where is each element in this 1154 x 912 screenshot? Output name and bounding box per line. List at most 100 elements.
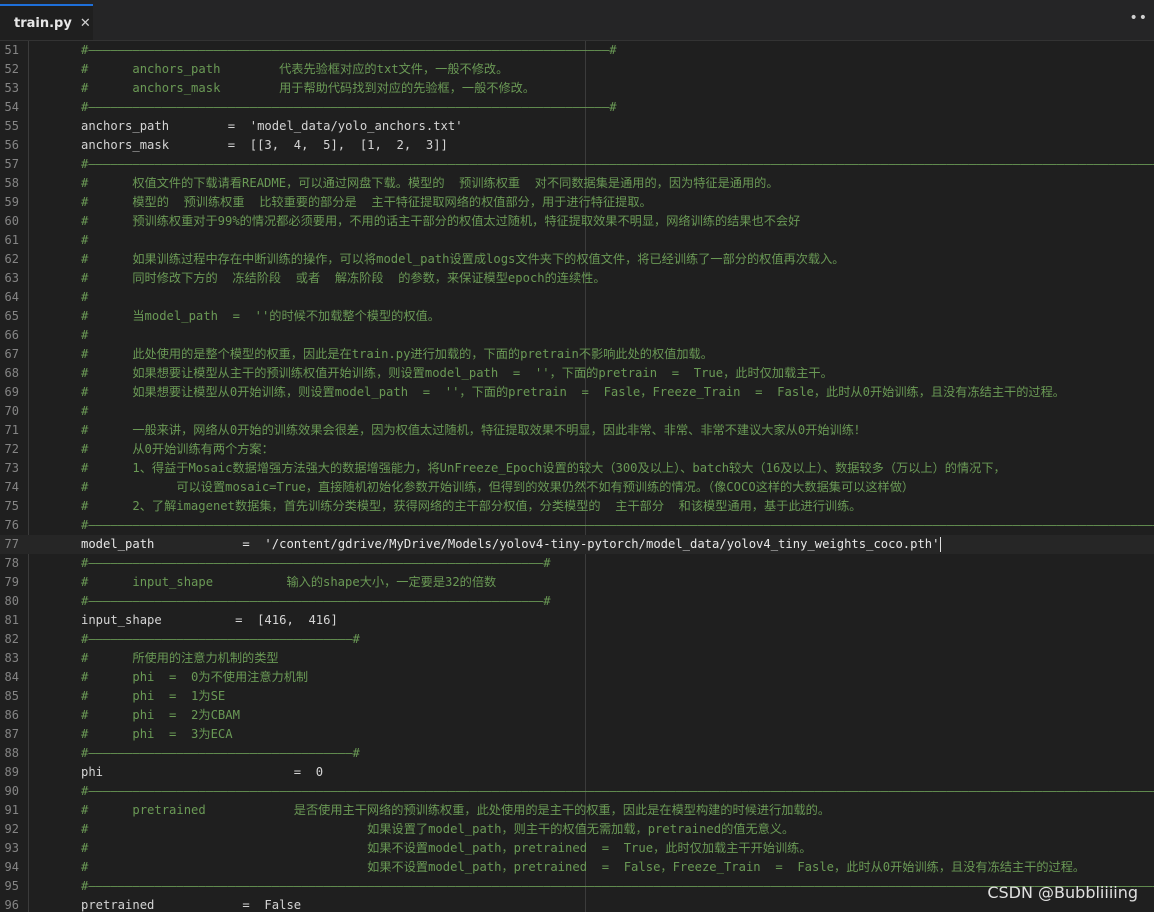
line-number: 65	[4, 309, 19, 323]
line-number: 74	[4, 480, 19, 494]
code-text: # pretrained 是否使用主干网络的预训练权重，此处使用的是主干的权重，…	[81, 803, 831, 817]
code-line-95[interactable]: 95 #—————————————————————————————————————…	[0, 877, 1154, 896]
code-line-67[interactable]: 67 # 此处使用的是整个模型的权重，因此是在train.py进行加载的，下面的p…	[0, 345, 1154, 364]
code-text: # 如果不设置model_path，pretrained = True，此时仅加…	[81, 841, 812, 855]
tab-label: train.py	[14, 15, 72, 31]
code-line-75[interactable]: 75 # 2、了解imagenet数据集，首先训练分类模型，获得网络的主干部分权值…	[0, 497, 1154, 516]
line-number: 66	[4, 328, 19, 342]
code-text: # 如果想要让模型从主干的预训练权值开始训练，则设置model_path = '…	[81, 366, 833, 380]
code-text: #———————————————————————————————————————…	[81, 157, 1154, 171]
code-line-53[interactable]: 53 # anchors_mask 用于帮助代码找到对应的先验框，一般不修改。	[0, 79, 1154, 98]
line-number: 67	[4, 347, 19, 361]
line-number: 56	[4, 138, 19, 152]
line-number: 79	[4, 575, 19, 589]
line-number: 57	[4, 157, 19, 171]
code-line-94[interactable]: 94 # 如果不设置model_path，pretrained = False，F…	[0, 858, 1154, 877]
line-number: 61	[4, 233, 19, 247]
code-text: phi = 0	[81, 765, 324, 779]
code-text: # anchors_path 代表先验框对应的txt文件，一般不修改。	[81, 62, 509, 76]
code-line-79[interactable]: 79 # input_shape 输入的shape大小，一定要是32的倍数	[0, 573, 1154, 592]
code-text: anchors_mask = [[3, 4, 5], [1, 2, 3]]	[81, 138, 448, 152]
line-number: 78	[4, 556, 19, 570]
code-line-56[interactable]: 56 anchors_mask = [[3, 4, 5], [1, 2, 3]]	[0, 136, 1154, 155]
close-icon[interactable]: ✕	[80, 16, 91, 31]
code-line-85[interactable]: 85 # phi = 1为SE	[0, 687, 1154, 706]
code-text: #———————————————————————————————————————…	[81, 784, 1154, 798]
code-line-64[interactable]: 64 #	[0, 288, 1154, 307]
code-line-74[interactable]: 74 # 可以设置mosaic=True，直接随机初始化参数开始训练，但得到的效果…	[0, 478, 1154, 497]
code-line-93[interactable]: 93 # 如果不设置model_path，pretrained = True，此时…	[0, 839, 1154, 858]
code-line-63[interactable]: 63 # 同时修改下方的 冻结阶段 或者 解冻阶段 的参数，来保证模型epoch的…	[0, 269, 1154, 288]
code-line-91[interactable]: 91 # pretrained 是否使用主干网络的预训练权重，此处使用的是主干的权…	[0, 801, 1154, 820]
more-actions-icon[interactable]: ••	[1129, 10, 1148, 26]
code-text: # 如果训练过程中存在中断训练的操作，可以将model_path设置成logs文…	[81, 252, 845, 266]
code-line-55[interactable]: 55 anchors_path = 'model_data/yolo_anchor…	[0, 117, 1154, 136]
code-line-76[interactable]: 76 #—————————————————————————————————————…	[0, 516, 1154, 535]
code-text: # phi = 2为CBAM	[81, 708, 240, 722]
code-editor[interactable]: 51 #—————————————————————————————————————…	[0, 41, 1154, 912]
line-number: 53	[4, 81, 19, 95]
line-number: 83	[4, 651, 19, 665]
line-number: 84	[4, 670, 19, 684]
code-text: #———————————————————————————————————————…	[81, 518, 1154, 532]
watermark: CSDN @Bubbliiiing	[987, 883, 1138, 902]
line-number: 90	[4, 784, 19, 798]
line-number: 68	[4, 366, 19, 380]
code-text: # 权值文件的下载请看README，可以通过网盘下载。模型的 预训练权重 对不同…	[81, 176, 779, 190]
code-line-73[interactable]: 73 # 1、得益于Mosaic数据增强方法强大的数据增强能力，将UnFreeze…	[0, 459, 1154, 478]
line-number: 96	[4, 898, 19, 912]
code-line-81[interactable]: 81 input_shape = [416, 416]	[0, 611, 1154, 630]
line-number: 75	[4, 499, 19, 513]
code-line-78[interactable]: 78 #—————————————————————————————————————…	[0, 554, 1154, 573]
code-line-66[interactable]: 66 #	[0, 326, 1154, 345]
line-number: 71	[4, 423, 19, 437]
line-number: 89	[4, 765, 19, 779]
code-line-52[interactable]: 52 # anchors_path 代表先验框对应的txt文件，一般不修改。	[0, 60, 1154, 79]
tab-train-py[interactable]: train.py ✕	[0, 4, 93, 40]
code-line-51[interactable]: 51 #—————————————————————————————————————…	[0, 41, 1154, 60]
code-text: # 同时修改下方的 冻结阶段 或者 解冻阶段 的参数，来保证模型epoch的连续…	[81, 271, 606, 285]
code-text: # phi = 3为ECA	[81, 727, 233, 741]
line-number: 70	[4, 404, 19, 418]
code-line-96[interactable]: 96 pretrained = False	[0, 896, 1154, 912]
code-line-90[interactable]: 90 #—————————————————————————————————————…	[0, 782, 1154, 801]
code-line-80[interactable]: 80 #—————————————————————————————————————…	[0, 592, 1154, 611]
code-line-87[interactable]: 87 # phi = 3为ECA	[0, 725, 1154, 744]
code-line-61[interactable]: 61 #	[0, 231, 1154, 250]
code-line-71[interactable]: 71 # 一般来讲，网络从0开始的训练效果会很差，因为权值太过随机，特征提取效果不…	[0, 421, 1154, 440]
code-text: # 一般来讲，网络从0开始的训练效果会很差，因为权值太过随机，特征提取效果不明显…	[81, 423, 867, 437]
code-line-89[interactable]: 89 phi = 0	[0, 763, 1154, 782]
code-text: input_shape = [416, 416]	[81, 613, 338, 627]
code-line-84[interactable]: 84 # phi = 0为不使用注意力机制	[0, 668, 1154, 687]
code-line-54[interactable]: 54 #—————————————————————————————————————…	[0, 98, 1154, 117]
code-line-60[interactable]: 60 # 预训练权重对于99%的情况都必须要用，不用的话主干部分的权值太过随机，特…	[0, 212, 1154, 231]
code-line-82[interactable]: 82 #————————————————————————————————————#	[0, 630, 1154, 649]
code-line-83[interactable]: 83 # 所使用的注意力机制的类型	[0, 649, 1154, 668]
code-line-65[interactable]: 65 # 当model_path = ''的时候不加载整个模型的权值。	[0, 307, 1154, 326]
code-line-58[interactable]: 58 # 权值文件的下载请看README，可以通过网盘下载。模型的 预训练权重 对…	[0, 174, 1154, 193]
code-line-57[interactable]: 57 #—————————————————————————————————————…	[0, 155, 1154, 174]
code-line-77[interactable]: 77 model_path = '/content/gdrive/MyDrive/…	[0, 535, 1154, 554]
line-number: 72	[4, 442, 19, 456]
code-line-86[interactable]: 86 # phi = 2为CBAM	[0, 706, 1154, 725]
code-line-69[interactable]: 69 # 如果想要让模型从0开始训练，则设置model_path = ''，下面的…	[0, 383, 1154, 402]
code-line-92[interactable]: 92 # 如果设置了model_path，则主干的权值无需加载，pretraine…	[0, 820, 1154, 839]
line-number: 80	[4, 594, 19, 608]
code-text: # 1、得益于Mosaic数据增强方法强大的数据增强能力，将UnFreeze_E…	[81, 461, 1006, 475]
code-text: # 模型的 预训练权重 比较重要的部分是 主干特征提取网络的权值部分，用于进行特…	[81, 195, 652, 209]
code-line-59[interactable]: 59 # 模型的 预训练权重 比较重要的部分是 主干特征提取网络的权值部分，用于进…	[0, 193, 1154, 212]
line-number: 52	[4, 62, 19, 76]
line-number: 82	[4, 632, 19, 646]
text-cursor	[939, 537, 941, 552]
code-line-72[interactable]: 72 # 从0开始训练有两个方案：	[0, 440, 1154, 459]
code-line-62[interactable]: 62 # 如果训练过程中存在中断训练的操作，可以将model_path设置成log…	[0, 250, 1154, 269]
code-line-68[interactable]: 68 # 如果想要让模型从主干的预训练权值开始训练，则设置model_path =…	[0, 364, 1154, 383]
line-number: 76	[4, 518, 19, 532]
code-text: # 如果设置了model_path，则主干的权值无需加载，pretrained的…	[81, 822, 795, 836]
line-number: 63	[4, 271, 19, 285]
line-number: 91	[4, 803, 19, 817]
line-number: 64	[4, 290, 19, 304]
code-line-88[interactable]: 88 #————————————————————————————————————#	[0, 744, 1154, 763]
tab-bar: train.py ✕ ••	[0, 0, 1154, 41]
code-line-70[interactable]: 70 #	[0, 402, 1154, 421]
